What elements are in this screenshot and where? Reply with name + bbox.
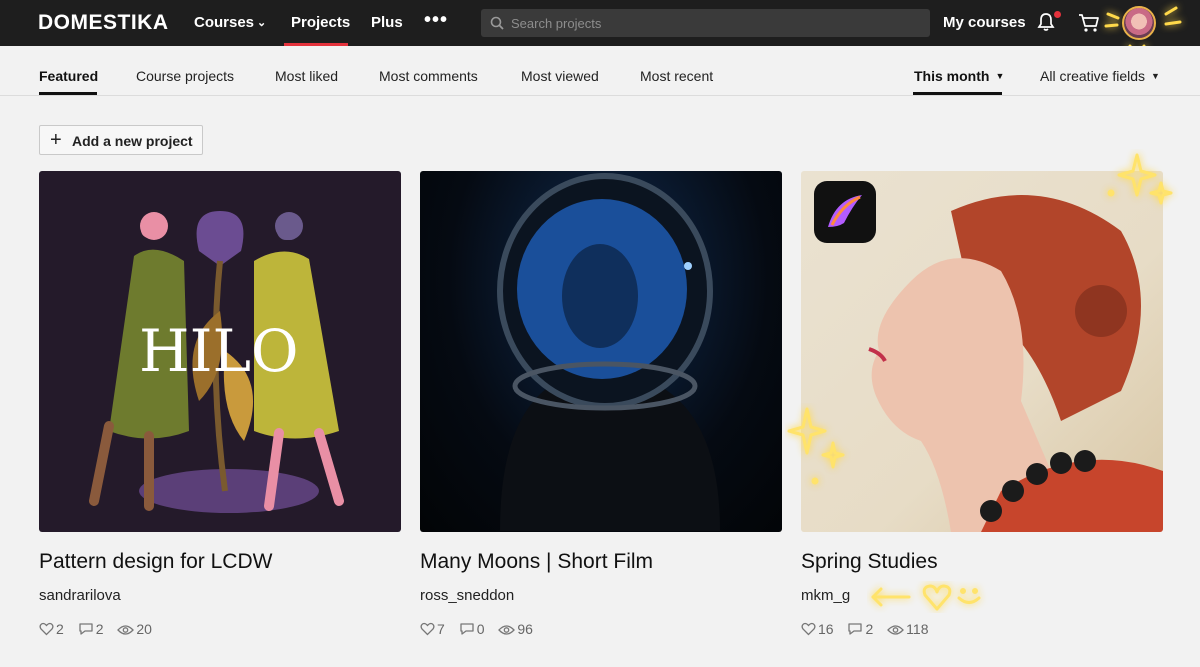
- comments-count: 2: [95, 621, 104, 637]
- tab-most-recent[interactable]: Most recent: [640, 68, 713, 84]
- procreate-swoosh-icon: [828, 195, 862, 227]
- eye-icon: [117, 625, 135, 635]
- nav-courses[interactable]: Courses ⌄: [194, 14, 266, 31]
- nav-courses-label: Courses: [194, 14, 255, 31]
- comments-stat[interactable]: 0: [459, 621, 485, 637]
- cart-icon[interactable]: [1078, 13, 1100, 33]
- comment-icon: [460, 623, 474, 635]
- search-icon: [490, 16, 504, 30]
- creative-fields-dropdown[interactable]: All creative fields ▼: [1040, 68, 1160, 84]
- project-thumbnail-pattern-design[interactable]: HILO: [39, 171, 401, 532]
- likes-stat[interactable]: 7: [420, 621, 445, 637]
- add-project-button[interactable]: + Add a new project: [39, 125, 203, 155]
- views-count: 20: [136, 621, 152, 637]
- project-stats: 16 2 118: [801, 621, 938, 637]
- tab-course-projects[interactable]: Course projects: [136, 68, 234, 84]
- comments-stat[interactable]: 2: [78, 621, 104, 637]
- period-dropdown-label: This month: [914, 68, 990, 84]
- arrow-heart-smile-doodle-icon: [871, 584, 981, 611]
- comment-icon: [848, 623, 863, 635]
- bell-icon[interactable]: [1037, 12, 1055, 32]
- tab-most-viewed[interactable]: Most viewed: [521, 68, 599, 84]
- views-stat: 118: [887, 621, 928, 637]
- search-box: [481, 9, 930, 37]
- sparkle-decoration-icon: [1107, 153, 1173, 205]
- project-author[interactable]: mkm_g: [801, 587, 850, 604]
- heart-icon: [420, 622, 435, 636]
- views-count: 96: [517, 621, 533, 637]
- heart-icon: [39, 622, 54, 636]
- comment-icon: [79, 623, 93, 635]
- tab-most-comments[interactable]: Most comments: [379, 68, 478, 84]
- likes-count: 2: [56, 621, 64, 637]
- search-input[interactable]: [511, 12, 911, 34]
- filter-bar: Featured Course projects Most liked Most…: [0, 46, 1200, 96]
- plus-icon: +: [50, 129, 62, 151]
- project-title[interactable]: Many Moons | Short Film: [420, 550, 653, 574]
- comments-count: 2: [865, 621, 874, 637]
- eye-icon: [498, 625, 516, 635]
- creative-fields-label: All creative fields: [1040, 68, 1146, 84]
- likes-count: 7: [437, 621, 445, 637]
- add-project-label: Add a new project: [72, 133, 193, 149]
- top-navigation-bar: DOMESTIKA Courses⌄ Projects Plus ••• My …: [0, 0, 1200, 54]
- heart-icon: [801, 622, 816, 636]
- sparkle-decoration-icon: [787, 407, 845, 485]
- nav-plus[interactable]: Plus: [371, 14, 403, 31]
- my-courses-link[interactable]: My courses: [943, 14, 1026, 31]
- project-author[interactable]: sandrarilova: [39, 587, 121, 604]
- views-count: 118: [906, 621, 929, 637]
- likes-count: 16: [818, 621, 834, 637]
- tab-most-liked[interactable]: Most liked: [275, 68, 338, 84]
- likes-stat[interactable]: 2: [39, 621, 64, 637]
- pattern-illustration: HILO: [89, 211, 344, 513]
- project-title[interactable]: Pattern design for LCDW: [39, 550, 272, 574]
- astronaut-illustration: [497, 173, 720, 531]
- caret-down-icon: ▼: [1151, 71, 1160, 81]
- comments-stat[interactable]: 2: [847, 621, 873, 637]
- project-author[interactable]: ross_sneddon: [420, 587, 514, 604]
- period-active-indicator: [913, 92, 1002, 95]
- more-menu-icon[interactable]: •••: [424, 9, 448, 32]
- project-title[interactable]: Spring Studies: [801, 550, 938, 574]
- notification-badge: [1054, 11, 1061, 18]
- views-stat: 96: [498, 621, 533, 637]
- project-thumbnail-many-moons[interactable]: [420, 171, 782, 532]
- likes-stat[interactable]: 16: [801, 621, 834, 637]
- domestika-logo[interactable]: DOMESTIKA: [38, 11, 169, 35]
- caret-down-icon: ▼: [995, 71, 1005, 81]
- tab-active-indicator: [39, 92, 97, 95]
- period-dropdown[interactable]: This month ▼: [914, 68, 1004, 84]
- project-stats: 7 0 96: [420, 621, 543, 637]
- procreate-app-icon: [814, 181, 876, 243]
- hilo-art-text: HILO: [139, 317, 299, 385]
- nav-projects[interactable]: Projects: [291, 14, 350, 31]
- chevron-down-icon: ⌄: [257, 17, 267, 29]
- views-stat: 20: [117, 621, 152, 637]
- project-stats: 2 2 20: [39, 621, 162, 637]
- tab-featured[interactable]: Featured: [39, 68, 98, 84]
- comments-count: 0: [476, 621, 485, 637]
- eye-icon: [887, 625, 905, 635]
